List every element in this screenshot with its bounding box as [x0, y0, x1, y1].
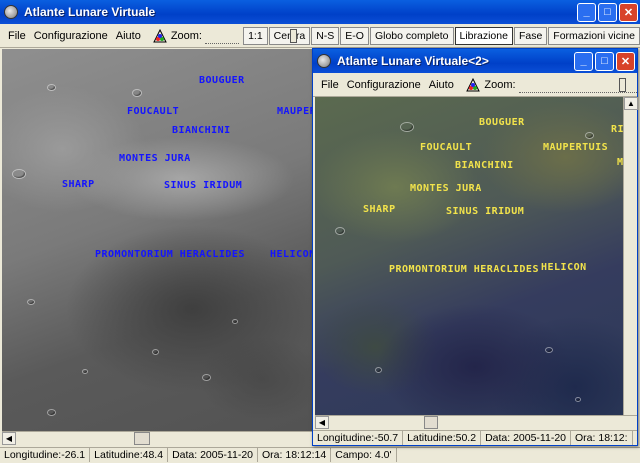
crater — [82, 369, 88, 374]
btn-nord-sud[interactable]: N-S — [311, 26, 340, 45]
map-label-foucault[interactable]: FOUCAULT — [127, 106, 179, 117]
map-label-promontorium-heraclides[interactable]: PROMONTORIUM HERACLIDES — [389, 264, 539, 275]
map-label-sharp[interactable]: SHARP — [363, 204, 396, 215]
main-scrollbar-thumb[interactable] — [134, 432, 150, 445]
second-horizontal-scrollbar[interactable]: ◀ — [315, 415, 637, 429]
map-label-bouguer[interactable]: BOUGUER — [199, 75, 245, 86]
maximize-button[interactable]: □ — [595, 51, 614, 71]
map-label-promontorium-heraclides[interactable]: PROMONTORIUM HERACLIDES — [95, 249, 245, 260]
main-titlebar[interactable]: Atlante Lunare Virtuale _ □ ✕ — [0, 0, 640, 24]
minimize-button[interactable]: _ — [574, 51, 593, 71]
crater — [375, 367, 382, 373]
minimize-button[interactable]: _ — [577, 2, 596, 22]
menu-configurazione[interactable]: Configurazione — [343, 79, 425, 91]
map-label-sharp[interactable]: SHARP — [62, 179, 95, 190]
crater — [575, 397, 581, 402]
second-scrollbar-thumb[interactable] — [424, 416, 438, 429]
crater — [202, 374, 211, 381]
crater — [152, 349, 159, 355]
crater — [335, 227, 345, 235]
map-label-montes-jura[interactable]: MONTES JURA — [410, 183, 482, 194]
btn-fase[interactable]: Fase — [513, 26, 548, 45]
second-titlebar[interactable]: Atlante Lunare Virtuale<2> _ □ ✕ — [313, 49, 637, 73]
crater — [400, 122, 414, 132]
map-label-ri[interactable]: RI — [611, 124, 623, 135]
status-longitude: Longitudine:-50.7 — [313, 431, 404, 445]
status-latitude: Latitudine:50.2 — [403, 431, 482, 445]
status-longitude: Longitudine:-26.1 — [0, 448, 91, 462]
crater — [47, 409, 56, 416]
zoom-label: Zoom: — [170, 29, 202, 42]
map-label-sinus-iridum[interactable]: SINUS IRIDUM — [446, 206, 524, 217]
crater — [12, 169, 26, 179]
scroll-left-arrow-icon[interactable]: ◀ — [2, 432, 16, 445]
menu-file[interactable]: File — [4, 30, 30, 42]
scroll-up-arrow-icon[interactable]: ▲ — [624, 97, 638, 110]
status-field: Campo: 4.0' — [331, 448, 397, 462]
main-status-bar: Longitudine:-26.1 Latitudine:48.4 Data: … — [0, 447, 640, 462]
close-button[interactable]: ✕ — [619, 2, 638, 22]
maximize-button[interactable]: □ — [598, 2, 617, 22]
map-label-sinus-iridum[interactable]: SINUS IRIDUM — [164, 180, 242, 191]
second-menubar: File Configurazione Aiuto Zoom: — [313, 73, 637, 97]
color-palette-icon[interactable] — [466, 77, 481, 93]
status-date: Data: 2005-11-20 — [168, 448, 259, 462]
second-status-bar: Longitudine:-50.7 Latitudine:50.2 Data: … — [313, 430, 637, 445]
status-time: Ora: 18:12: — [571, 431, 633, 445]
status-time: Ora: 18:12:14 — [258, 448, 332, 462]
zoom-label: Zoom: — [484, 78, 516, 91]
main-menubar: File Configurazione Aiuto Zoom: 1:1 Cent… — [0, 24, 640, 48]
crater — [585, 132, 594, 139]
btn-one-to-one[interactable]: 1:1 — [243, 26, 268, 45]
btn-est-ovest[interactable]: E-O — [340, 26, 369, 45]
zoom-slider[interactable] — [205, 28, 297, 44]
btn-globo-completo[interactable]: Globo completo — [369, 26, 454, 45]
crater — [232, 319, 238, 324]
status-latitude: Latitudine:48.4 — [90, 448, 169, 462]
main-window-title: Atlante Lunare Virtuale — [24, 5, 156, 19]
status-date: Data: 2005-11-20 — [481, 431, 572, 445]
moon-app-icon — [4, 5, 18, 19]
zoom-slider[interactable] — [518, 77, 637, 93]
crater — [132, 89, 142, 97]
map-label-maupertuis[interactable]: MAUPERTUIS — [543, 142, 608, 153]
close-button[interactable]: ✕ — [616, 51, 635, 71]
btn-formazioni-vicine[interactable]: Formazioni vicine — [548, 26, 640, 45]
crater — [27, 299, 35, 305]
map-label-foucault[interactable]: FOUCAULT — [420, 142, 472, 153]
map-label-helicon[interactable]: HELICON — [541, 262, 587, 273]
crater — [47, 84, 56, 91]
map-label-montes-jura[interactable]: MONTES JURA — [119, 153, 191, 164]
map-label-bianchini[interactable]: BIANCHINI — [455, 160, 514, 171]
menu-aiuto[interactable]: Aiuto — [425, 79, 458, 91]
menu-file[interactable]: File — [317, 79, 343, 91]
main-horizontal-scrollbar[interactable]: ◀ — [2, 431, 312, 445]
menu-configurazione[interactable]: Configurazione — [30, 30, 112, 42]
map-label-bianchini[interactable]: BIANCHINI — [172, 125, 231, 136]
map-label-helicon[interactable]: HELICON — [270, 249, 316, 260]
scroll-left-arrow-icon[interactable]: ◀ — [315, 416, 329, 429]
menu-aiuto[interactable]: Aiuto — [112, 30, 145, 42]
zoom-slider-thumb[interactable] — [618, 77, 626, 92]
second-window: Atlante Lunare Virtuale<2> _ □ ✕ File Co… — [312, 48, 638, 446]
map-label-bouguer[interactable]: BOUGUER — [479, 117, 525, 128]
zoom-slider-thumb[interactable] — [290, 28, 297, 43]
second-moon-view[interactable]: BOUGUER RI FOUCAULT MAUPERTUIS MO BIANCH… — [315, 97, 623, 415]
moon-app-icon — [317, 54, 331, 68]
second-window-title: Atlante Lunare Virtuale<2> — [337, 54, 489, 68]
btn-librazione[interactable]: Librazione — [454, 26, 513, 45]
color-palette-icon[interactable] — [153, 28, 167, 44]
crater — [545, 347, 553, 353]
second-vertical-scrollbar[interactable]: ▲ — [623, 97, 638, 415]
